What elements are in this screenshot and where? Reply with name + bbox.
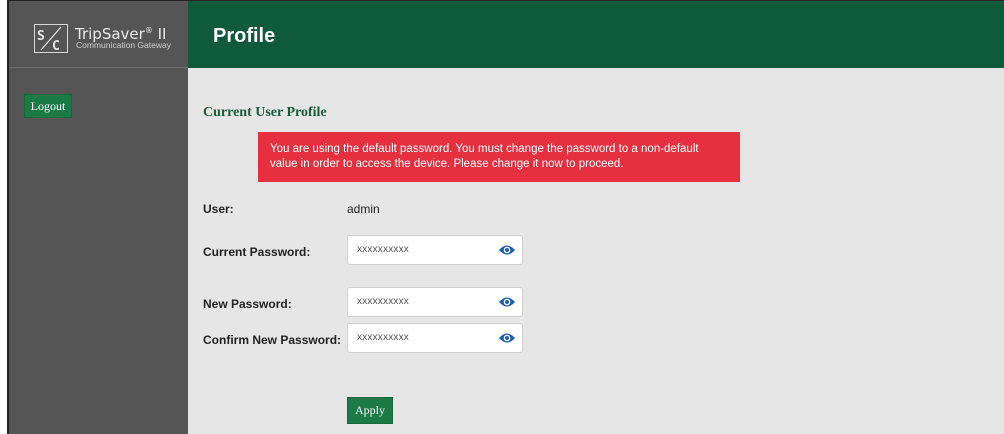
apply-button[interactable]: Apply bbox=[347, 397, 393, 424]
eye-icon[interactable] bbox=[498, 295, 516, 309]
user-value: admin bbox=[347, 202, 380, 216]
eye-icon[interactable] bbox=[498, 243, 516, 257]
current-password-label: Current Password: bbox=[203, 245, 311, 259]
new-password-label: New Password: bbox=[203, 297, 292, 311]
confirm-password-field[interactable]: xxxxxxxxxx bbox=[347, 323, 523, 353]
svg-text:S: S bbox=[37, 29, 45, 44]
new-password-value: xxxxxxxxxx bbox=[357, 296, 409, 307]
new-password-field[interactable]: xxxxxxxxxx bbox=[347, 287, 523, 317]
confirm-password-label: Confirm New Password: bbox=[203, 333, 342, 347]
brand-subtitle: Communication Gateway bbox=[76, 40, 171, 50]
section-title: Current User Profile bbox=[203, 105, 327, 120]
svg-text:C: C bbox=[52, 39, 60, 52]
current-password-value: xxxxxxxxxx bbox=[357, 244, 409, 255]
logout-button[interactable]: Logout bbox=[24, 94, 72, 118]
sc-logo-icon: S C bbox=[34, 24, 68, 53]
current-password-field[interactable]: xxxxxxxxxx bbox=[347, 235, 523, 265]
page-title: Profile bbox=[213, 25, 276, 47]
app-window: S C TripSaver® II Communication Gateway … bbox=[7, 0, 1004, 434]
main-content: Current User Profile You are using the d… bbox=[188, 68, 1004, 434]
brand-logo: S C TripSaver® II Communication Gateway bbox=[9, 1, 188, 68]
default-password-alert: You are using the default password. You … bbox=[258, 132, 740, 182]
confirm-password-value: xxxxxxxxxx bbox=[357, 332, 409, 343]
brand-reg-mark: ® bbox=[144, 26, 153, 35]
page-header: Profile bbox=[188, 1, 1004, 68]
sidebar: S C TripSaver® II Communication Gateway … bbox=[9, 1, 188, 434]
eye-icon[interactable] bbox=[498, 331, 516, 345]
user-label: User: bbox=[203, 202, 234, 216]
